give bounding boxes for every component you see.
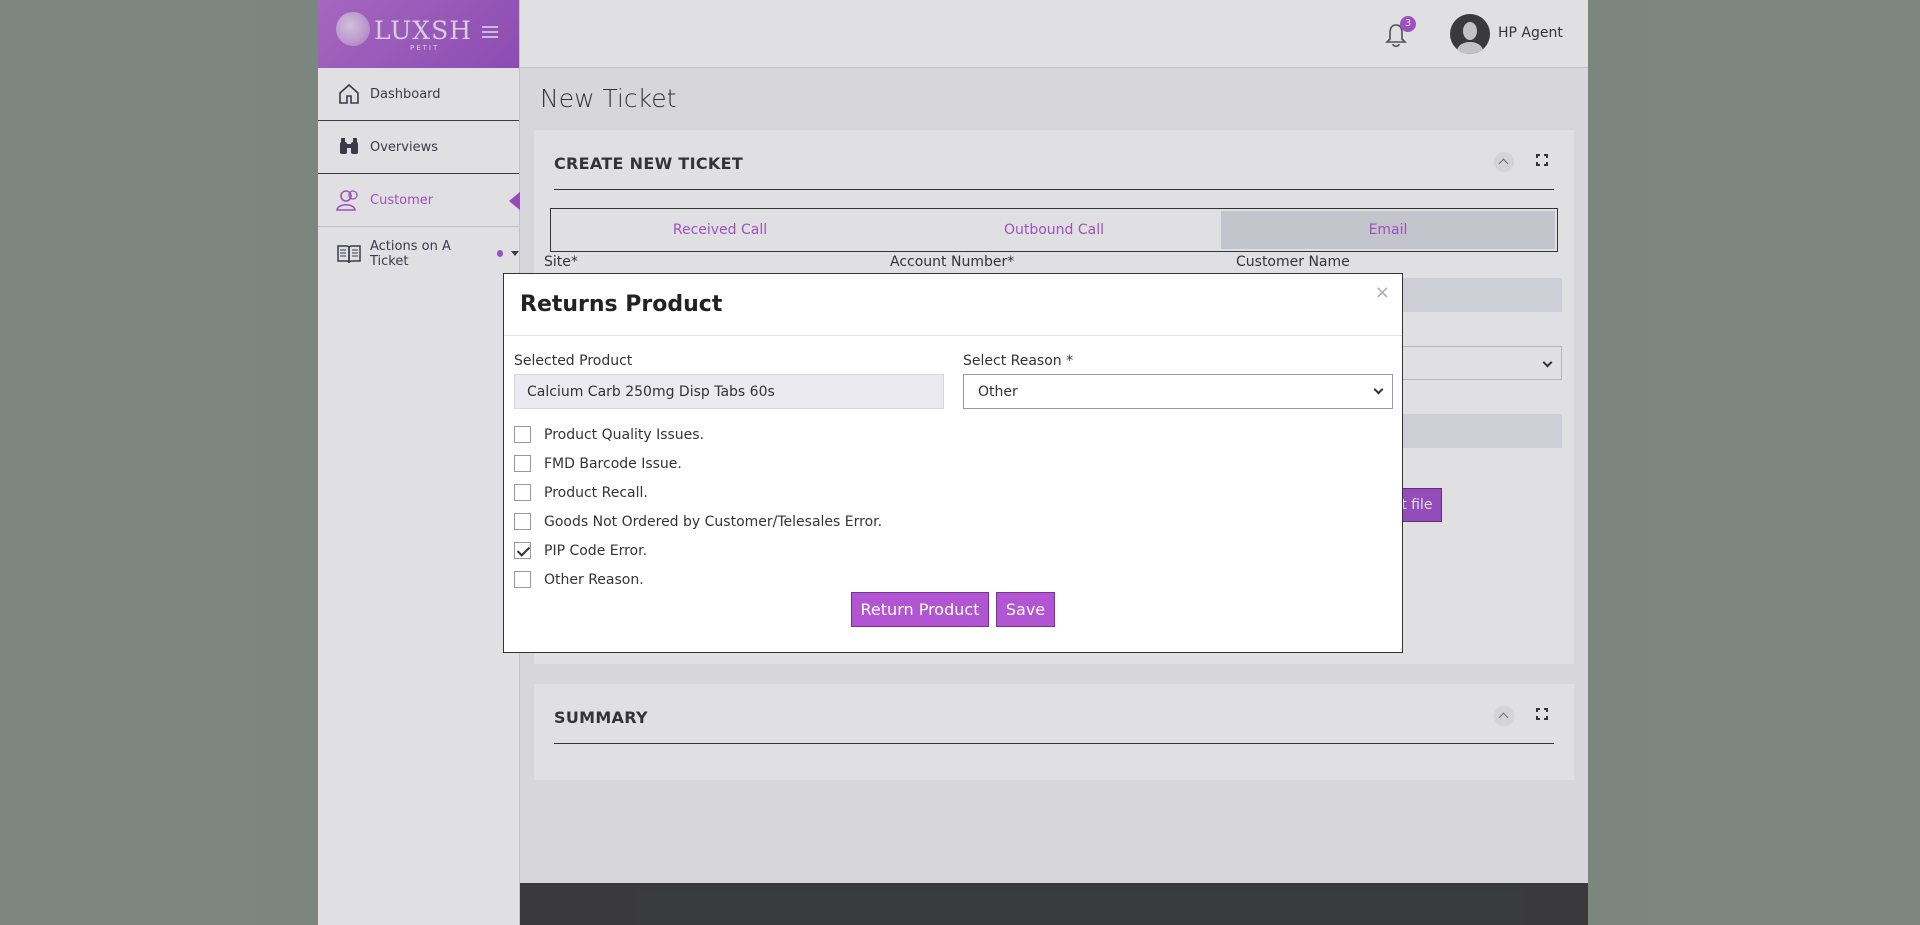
select-reason-value: Other (978, 383, 1018, 400)
checkbox-label: Goods Not Ordered by Customer/Telesales … (544, 513, 883, 530)
checkbox[interactable] (514, 484, 531, 501)
modal-title: Returns Product (520, 292, 723, 317)
checkbox-goods-not-ordered[interactable]: Goods Not Ordered by Customer/Telesales … (514, 507, 882, 536)
checkbox-fmd-barcode[interactable]: FMD Barcode Issue. (514, 449, 882, 478)
checkbox-checked[interactable] (514, 542, 531, 559)
chevron-down-icon (1373, 384, 1384, 395)
checkbox-label: Other Reason. (544, 571, 644, 588)
checkbox-label: FMD Barcode Issue. (544, 455, 682, 472)
checkbox[interactable] (514, 513, 531, 530)
checkbox-product-quality[interactable]: Product Quality Issues. (514, 420, 882, 449)
select-reason-dropdown[interactable]: Other (963, 374, 1393, 409)
checkbox-label: PIP Code Error. (544, 542, 648, 559)
select-reason-label: Select Reason * (963, 353, 1074, 369)
checkbox-other-reason[interactable]: Other Reason. (514, 565, 882, 594)
selected-product-field[interactable]: Calcium Carb 250mg Disp Tabs 60s (514, 374, 944, 409)
returns-product-modal: Returns Product × Selected Product Calci… (503, 273, 1403, 653)
save-button[interactable]: Save (996, 592, 1055, 627)
checkbox-label: Product Quality Issues. (544, 426, 705, 443)
checkbox-label: Product Recall. (544, 484, 648, 501)
close-icon[interactable]: × (1375, 282, 1390, 303)
return-product-button[interactable]: Return Product (851, 592, 989, 627)
checkbox[interactable] (514, 426, 531, 443)
reason-checkbox-list: Product Quality Issues. FMD Barcode Issu… (514, 420, 882, 594)
checkbox[interactable] (514, 455, 531, 472)
checkbox-pip-code-error[interactable]: PIP Code Error. (514, 536, 882, 565)
divider (504, 335, 1402, 336)
checkbox[interactable] (514, 571, 531, 588)
checkbox-product-recall[interactable]: Product Recall. (514, 478, 882, 507)
selected-product-label: Selected Product (514, 353, 633, 369)
